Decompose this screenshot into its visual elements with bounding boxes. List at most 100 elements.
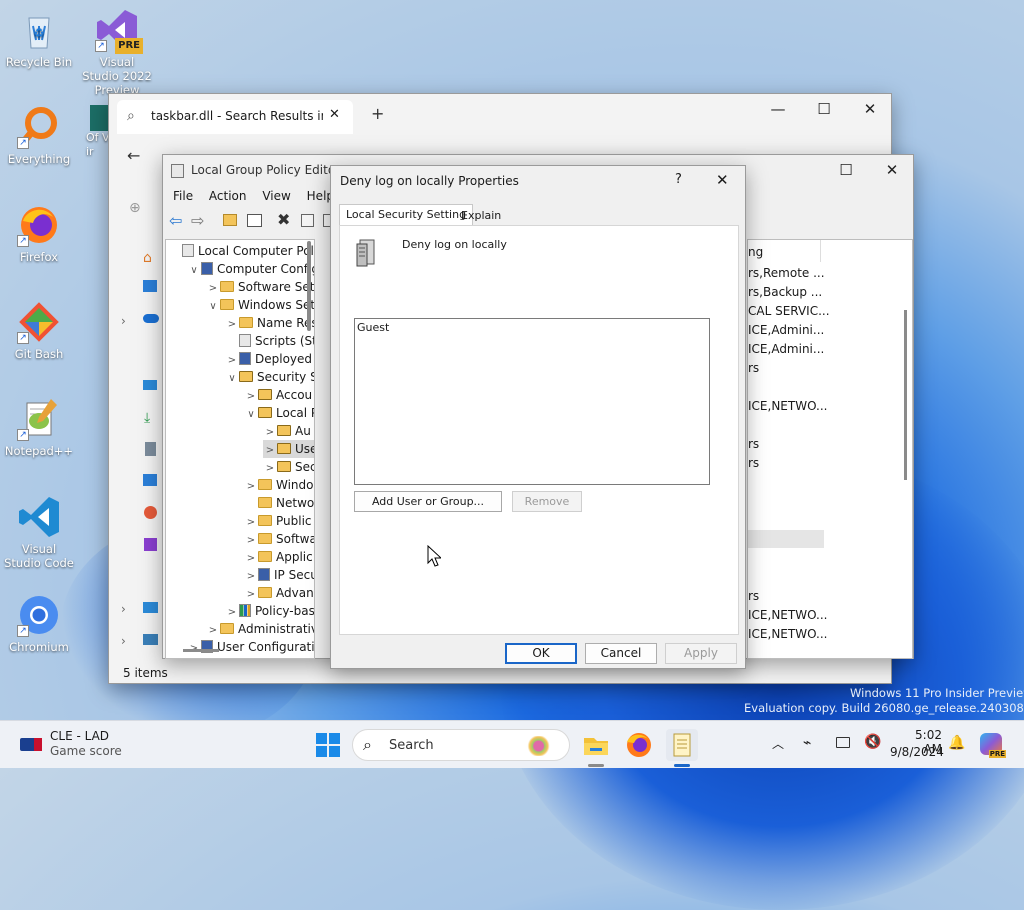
home-icon[interactable]: ⌂ — [143, 250, 152, 266]
policy-list-item[interactable]: ICE,Admini... — [748, 342, 824, 356]
policy-list-item[interactable]: rs — [748, 437, 759, 451]
tree-node[interactable]: > IP Secu — [244, 566, 314, 584]
desktop-icon-chromium[interactable]: ↗ Chromium — [3, 593, 75, 654]
tree-expand-chevron-icon[interactable]: ∨ — [225, 370, 239, 388]
remove-button[interactable]: Remove — [512, 491, 582, 512]
tree-node[interactable]: > Name Res — [225, 314, 314, 332]
tree-node[interactable]: > Windo — [244, 476, 314, 494]
desktop-icon-notepad-plus-plus[interactable]: ↗ Notepad++ — [3, 397, 75, 458]
expand-chevron-icon[interactable]: › — [121, 602, 126, 616]
tree-node[interactable]: ∨ Computer Config — [187, 260, 314, 280]
properties-icon[interactable] — [301, 214, 314, 227]
file-explorer-taskbar-icon[interactable] — [580, 729, 612, 761]
explorer-tab[interactable]: ⌕ taskbar.dll - Search Results in S ✕ — [117, 100, 353, 134]
desktop-icon-everything[interactable]: ↗ Everything — [3, 105, 75, 166]
properties-dialog[interactable]: Deny log on locally Properties ? ✕ Local… — [330, 165, 746, 669]
desktop-icon-hidden[interactable]: Of Vir — [84, 105, 110, 159]
tab-local-security-setting[interactable]: Local Security Setting — [339, 204, 474, 226]
tab-explain[interactable]: Explain — [457, 207, 505, 226]
network-icon[interactable] — [143, 634, 158, 645]
delete-icon[interactable]: ✖ — [277, 210, 290, 229]
cancel-button[interactable]: Cancel — [585, 643, 657, 664]
tree-node[interactable]: > Policy-bas — [225, 602, 314, 620]
policy-list-item[interactable]: ICE,NETWO... — [748, 627, 827, 641]
clock-date[interactable]: 9/8/2024 — [890, 745, 944, 759]
desktop-icon-git-bash[interactable]: ↗ Git Bash — [3, 300, 75, 361]
policy-list-item[interactable]: ICE,NETWO... — [748, 399, 827, 413]
tree-node[interactable]: > Administrativ — [206, 620, 314, 638]
apply-button[interactable]: Apply — [665, 643, 737, 664]
tree-expand-chevron-icon[interactable]: ∨ — [206, 298, 220, 316]
policy-list-item[interactable]: ICE,NETWO... — [748, 608, 827, 622]
taskbar-search-box[interactable]: ⌕ Search — [352, 729, 570, 761]
tree-node[interactable]: ∨ Security Se — [225, 368, 314, 388]
close-tab-icon[interactable]: ✕ — [329, 107, 340, 122]
downloads-icon[interactable]: ⤓ — [144, 410, 150, 426]
tree-node[interactable]: Scripts (Sta — [225, 332, 314, 350]
documents-icon[interactable] — [145, 442, 156, 456]
notepad-taskbar-icon[interactable] — [666, 729, 698, 761]
music-icon[interactable] — [144, 506, 157, 519]
members-listbox[interactable]: Guest — [354, 318, 710, 485]
minimize-icon[interactable]: — — [755, 94, 801, 124]
game-score-widget[interactable]: CLE - LAD Game score — [12, 727, 152, 763]
column-header[interactable]: ng — [748, 245, 763, 259]
tree-node[interactable]: >User Configuratio — [187, 638, 314, 656]
menu-file[interactable]: File — [173, 189, 193, 203]
expand-chevron-icon[interactable]: › — [121, 634, 126, 648]
copilot-icon[interactable]: PRE — [980, 733, 1006, 758]
firefox-taskbar-icon[interactable] — [623, 729, 655, 761]
policy-list-item[interactable]: rs — [748, 456, 759, 470]
right-pane-scrollbar[interactable] — [904, 310, 907, 480]
tree-node[interactable]: > Softwa — [244, 530, 314, 548]
policy-list-item[interactable]: rs — [748, 589, 759, 603]
tree-horizontal-scrollbar[interactable] — [183, 649, 219, 652]
tree-node[interactable]: >Use — [263, 440, 314, 458]
tree-node[interactable]: > Applic — [244, 548, 313, 566]
new-tab-button[interactable]: + — [371, 104, 384, 123]
add-user-or-group-button[interactable]: Add User or Group... — [354, 491, 502, 512]
policy-list-item[interactable]: rs — [748, 361, 759, 375]
back-arrow-icon[interactable]: ← — [127, 146, 140, 165]
tree-expand-chevron-icon[interactable]: ∨ — [187, 262, 201, 280]
display-icon[interactable] — [836, 737, 850, 748]
show-hidden-icons-chevron-icon[interactable]: ︿ — [772, 735, 784, 752]
help-button[interactable]: ? — [675, 172, 682, 187]
volume-icon[interactable]: 🔇 — [864, 734, 881, 750]
desktop-icon-visual-studio-preview[interactable]: PRE ↗ Visual Studio 2022 Preview — [81, 8, 153, 97]
forward-arrow-icon[interactable]: ⇨ — [191, 211, 204, 230]
desktop-icon-firefox[interactable]: ↗ Firefox — [3, 203, 75, 264]
menu-view[interactable]: View — [262, 189, 290, 203]
this-pc-icon[interactable] — [143, 602, 158, 613]
onedrive-icon[interactable] — [143, 314, 159, 323]
tree-node[interactable]: > Public — [244, 512, 312, 530]
maximize-icon[interactable]: ☐ — [801, 94, 847, 124]
show-hide-tree-icon[interactable] — [247, 214, 262, 227]
gallery-icon[interactable] — [143, 280, 157, 292]
tree-node[interactable]: > Advan — [244, 584, 314, 602]
tree-vertical-scrollbar[interactable] — [307, 241, 311, 331]
policy-tree[interactable]: Local Computer Polic ∨ Computer Config > Sof… — [165, 239, 315, 659]
dialog-close-button[interactable]: ✕ — [716, 171, 729, 189]
up-folder-icon[interactable] — [223, 214, 237, 226]
maximize-icon[interactable]: ☐ — [823, 155, 869, 185]
notification-bell-icon[interactable]: 🔔 — [948, 735, 965, 751]
tree-node[interactable]: > Accou — [244, 386, 312, 404]
new-item-icon[interactable]: ⊕ — [129, 200, 141, 216]
member-item[interactable]: Guest — [357, 321, 389, 334]
tree-node[interactable]: > Sec — [263, 458, 314, 476]
start-button[interactable] — [312, 729, 344, 761]
tree-node[interactable]: Netwo — [244, 494, 314, 512]
network-status-icon[interactable]: ⌁ — [803, 735, 811, 751]
tree-node[interactable]: > Software Setti — [206, 278, 314, 296]
desktop-icon-vscode[interactable]: Visual Studio Code — [3, 495, 75, 570]
policy-list-item[interactable]: rs,Remote ... — [748, 266, 825, 280]
videos-icon[interactable] — [144, 538, 157, 551]
tree-node[interactable]: ∨ Local P — [244, 404, 314, 422]
close-icon[interactable]: ✕ — [869, 155, 915, 185]
policy-list-item[interactable]: CAL SERVIC... — [748, 304, 830, 318]
ok-button[interactable]: OK — [505, 643, 577, 664]
tree-node[interactable]: ∨ Windows Sett — [206, 296, 314, 316]
policy-list-item[interactable]: rs,Backup ... — [748, 285, 822, 299]
tree-node[interactable]: > Deployed — [225, 350, 312, 368]
